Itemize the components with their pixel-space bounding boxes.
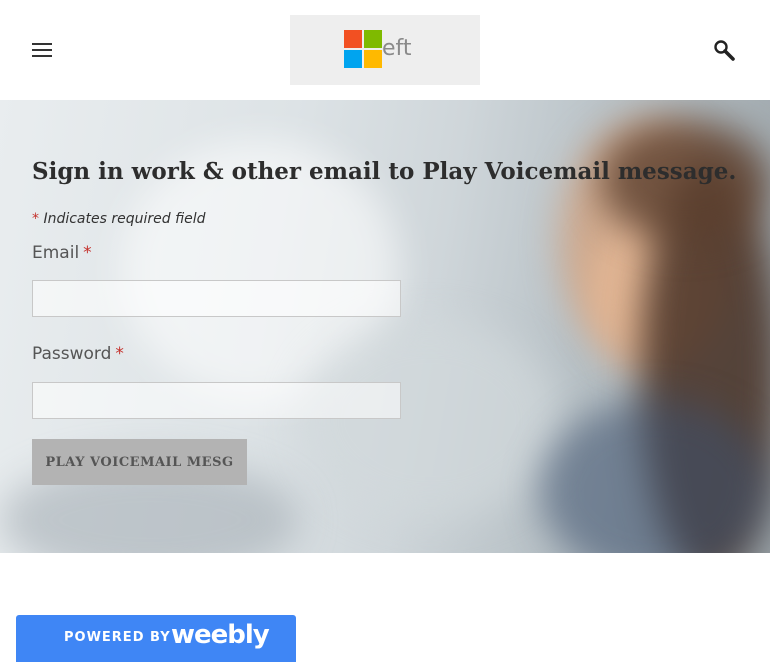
hamburger-menu-icon[interactable] (32, 43, 52, 57)
password-label: Password * (32, 344, 124, 364)
email-label: Email * (32, 243, 92, 263)
password-field[interactable] (32, 382, 401, 419)
play-voicemail-button[interactable]: PLAY VOICEMAIL MESG (32, 439, 247, 485)
email-required-star: * (83, 243, 92, 263)
form-title: Sign in work & other email to Play Voice… (32, 158, 737, 185)
password-label-text: Password (32, 344, 112, 364)
password-required-star: * (115, 344, 124, 364)
required-note-text: Indicates required field (43, 211, 206, 227)
required-field-note: * Indicates required field (32, 211, 206, 227)
hero-section: Sign in work & other email to Play Voice… (0, 100, 770, 553)
site-header: eft (0, 0, 770, 100)
email-field[interactable] (32, 280, 401, 317)
weebly-logo: weebly (171, 620, 270, 650)
powered-by-text: POWERED BY (64, 630, 171, 645)
signin-form: Sign in work & other email to Play Voice… (0, 100, 770, 553)
microsoft-logo-icon (344, 30, 384, 70)
email-label-text: Email (32, 243, 80, 263)
required-star: * (32, 211, 39, 227)
site-logo[interactable]: eft (290, 15, 480, 85)
search-icon[interactable] (712, 38, 738, 64)
logo-text: eft (382, 36, 412, 61)
powered-by-weebly-badge[interactable]: POWERED BY weebly (16, 615, 296, 662)
